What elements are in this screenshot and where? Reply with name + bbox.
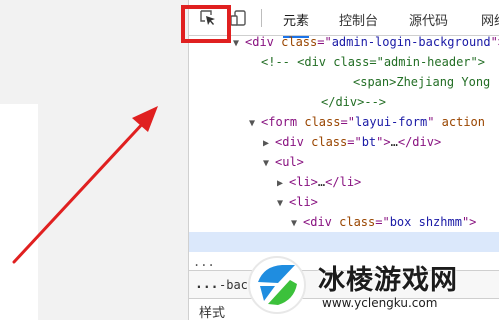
dom-comment-line[interactable]: </div>--> <box>189 92 499 112</box>
dom-token: bt <box>361 135 377 149</box>
dom-token: "> <box>490 36 499 49</box>
dom-token: <ul> <box>275 155 304 169</box>
tab-elements[interactable]: 元素 <box>283 10 310 38</box>
dom-token: <div <box>303 215 340 229</box>
dom-node-text: <span>Zhejiang Yong <box>353 72 490 92</box>
dom-token: <li> <box>289 175 318 189</box>
dom-token: action <box>441 115 485 129</box>
inspect-button-highlight-box <box>181 5 231 43</box>
dom-node-text: ▼ <div class="box shzhmm"> <box>291 212 476 234</box>
expand-triangle-icon[interactable]: ▶ <box>277 174 289 194</box>
dom-token: class <box>281 36 318 49</box>
tab-styles[interactable]: 样式 <box>199 302 225 320</box>
expand-triangle-icon[interactable]: ▼ <box>263 154 275 174</box>
dom-node-text: ▼ <li> <box>277 192 318 214</box>
dom-token: " <box>427 115 442 129</box>
web-page-area <box>0 0 188 320</box>
tab-network[interactable]: 网络 <box>481 10 499 29</box>
dom-node-text: ▼ <ul> <box>263 152 304 174</box>
elements-tree: ▼<div class="admin-login-background"> <!… <box>189 36 499 272</box>
expand-triangle-icon[interactable]: ▼ <box>249 114 261 134</box>
expand-triangle-icon[interactable]: ▼ <box>277 194 289 214</box>
dom-node-line[interactable]: ▼ <li> <box>189 192 499 212</box>
dom-token: =" <box>347 135 362 149</box>
selected-row-dots[interactable]: ... <box>193 252 215 272</box>
watermark-url: www.yclengku.com <box>322 296 438 310</box>
expand-triangle-icon[interactable]: ▶ <box>263 134 275 154</box>
dom-comment-line[interactable]: <!-- <div class="admin-header"> <box>189 52 499 72</box>
dom-token: <li> <box>289 195 318 209</box>
dom-node-text: <!-- <div class="admin-header"> <box>261 52 485 72</box>
dom-token: box shzhmm <box>389 215 462 229</box>
breadcrumb-overflow-dots[interactable]: ... <box>195 277 218 292</box>
tab-sources[interactable]: 源代码 <box>409 10 448 29</box>
dom-token: =" <box>340 115 355 129</box>
dom-token: <form <box>261 115 305 129</box>
dom-token: "> <box>376 135 391 149</box>
dom-token: admin-login-background <box>331 36 491 49</box>
dom-token: layui-form <box>354 115 428 129</box>
dom-token: </li> <box>325 175 362 189</box>
expand-triangle-icon[interactable]: ▼ <box>291 214 303 234</box>
dom-token: <div <box>275 135 312 149</box>
dom-token: class <box>311 135 348 149</box>
dom-node-line[interactable]: ▼ <div class="box shzhmm"> <box>189 212 499 232</box>
selected-dom-node-line[interactable]: ... <input type="password" n <box>189 232 499 269</box>
site-watermark: 冰棱游戏网 www.yclengku.com <box>238 250 499 320</box>
dom-token: "> <box>461 215 477 229</box>
dom-token: =" <box>375 215 390 229</box>
dom-node-line[interactable]: ▼ <form class="layui-form" action <box>189 112 499 132</box>
dom-token: </div> <box>397 135 442 149</box>
dom-node-text: </div>--> <box>321 92 386 112</box>
dom-node-line[interactable]: ▶ <div class="bt">…</div> <box>189 132 499 152</box>
dom-token: <span>Zhejiang Yong <box>353 75 491 89</box>
dom-token: <div <box>245 36 282 49</box>
dom-comment-line[interactable]: <span>Zhejiang Yong <box>189 72 499 92</box>
dom-node-text: ▶ <div class="bt">…</div> <box>263 132 441 154</box>
dom-node-line[interactable]: ▼<div class="admin-login-background"> <box>189 36 499 52</box>
watermark-logo-icon <box>248 256 306 314</box>
dom-node-text: ▶ <li>…</li> <box>277 172 361 194</box>
dom-token: class <box>304 115 341 129</box>
toolbar-divider <box>261 9 262 27</box>
tab-console[interactable]: 控制台 <box>339 10 378 29</box>
dom-token: … <box>390 135 398 149</box>
page-content-block <box>0 104 38 320</box>
dom-token: class <box>339 215 376 229</box>
dom-token: </div>--> <box>321 95 387 109</box>
watermark-title: 冰棱游戏网 <box>318 265 458 296</box>
dom-node-line[interactable]: ▶ <li>…</li> <box>189 172 499 192</box>
dom-node-text: ▼ <form class="layui-form" action <box>249 112 485 134</box>
devtools-toolbar: 元素 控制台 源代码 网络 <box>181 0 499 43</box>
dom-token: <!-- <div class="admin-header"> <box>261 55 485 69</box>
dom-token: =" <box>317 36 332 49</box>
dom-node-line[interactable]: ▼ <ul> <box>189 152 499 172</box>
